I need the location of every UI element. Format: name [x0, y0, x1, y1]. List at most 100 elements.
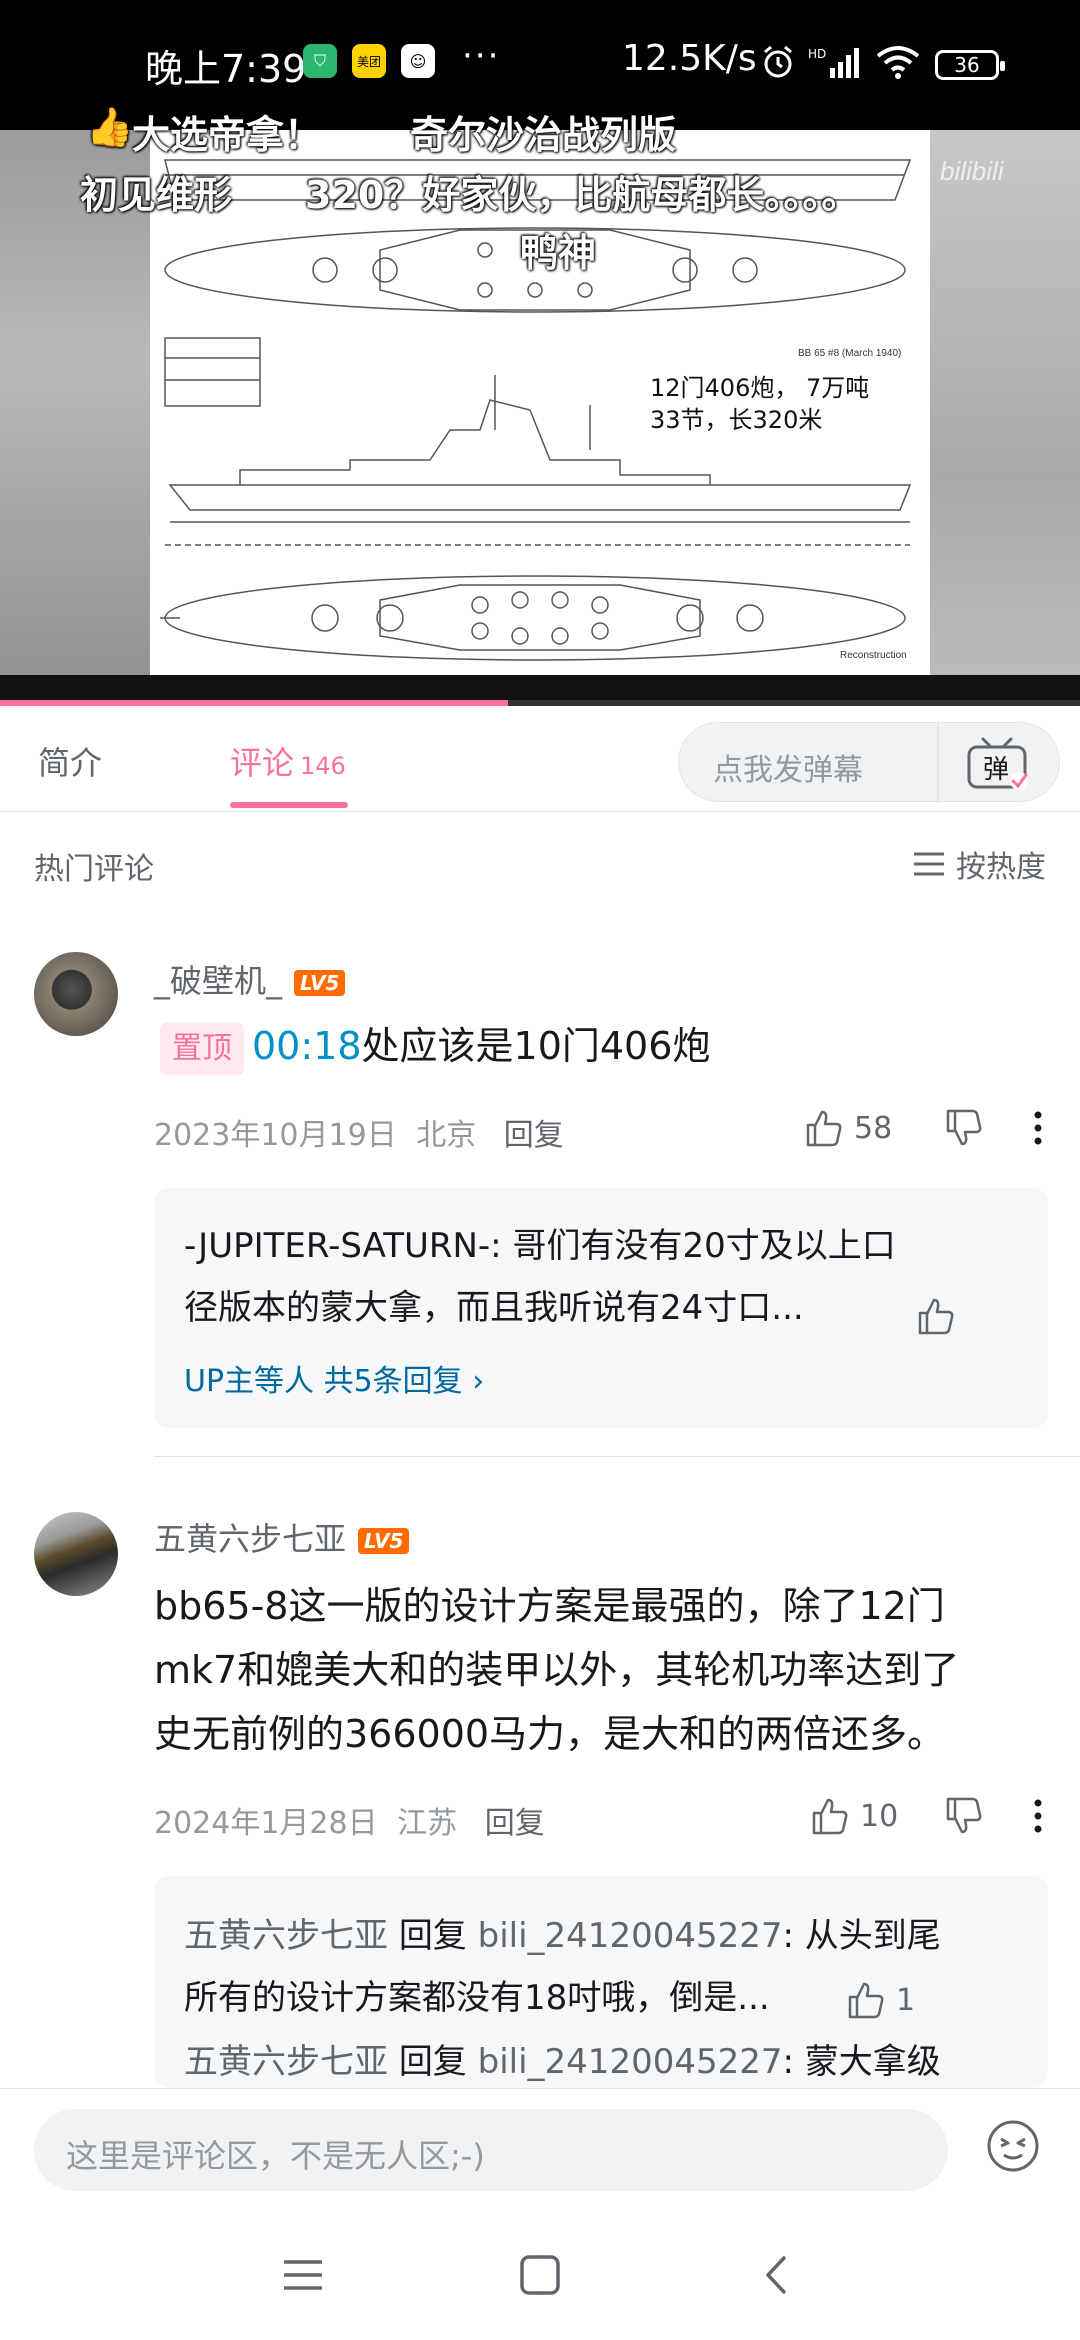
- comment-username[interactable]: _破壁机_ LV5: [154, 956, 346, 1002]
- comment-divider: [154, 1456, 1080, 1457]
- sub-reply-author[interactable]: 五黄六步七亚: [184, 1916, 388, 1956]
- danmaku-send-input[interactable]: 点我发弹幕 弹: [678, 722, 1060, 803]
- more-replies-label: UP主等人 共5条回复: [184, 1364, 463, 1399]
- danmaku-2: 奇尔沙治战列版: [410, 113, 677, 157]
- level-badge: LV5: [358, 1528, 410, 1554]
- comment-text: 置顶 00:18处应该是10门406炮: [160, 1016, 710, 1076]
- level-badge: LV5: [294, 970, 346, 996]
- like-button[interactable]: 10: [810, 1796, 898, 1836]
- video-note-line2: 33节，长320米: [650, 406, 823, 434]
- sort-button[interactable]: 按热度: [912, 842, 1046, 886]
- sub-replies-box[interactable]: 五黄六步七亚 回复 bili_24120045227: 从头到尾 所有的设计方案…: [154, 1876, 1048, 2088]
- sub-reply-like-button[interactable]: 1: [846, 1980, 915, 2020]
- drawing-label-bottom: Reconstruction: [840, 650, 907, 661]
- sub-reply-thumbs-up-icon[interactable]: [916, 1296, 956, 1336]
- sort-label: 按热度: [956, 850, 1046, 885]
- sub-reply-line: 所有的设计方案都没有18吋哦，倒是...: [184, 1978, 770, 2018]
- thumbs-up-icon: [812, 1798, 848, 1835]
- comment-username[interactable]: 五黄六步七亚 LV5: [154, 1514, 410, 1560]
- video-note-line1: 12门406炮， 7万吨: [650, 374, 870, 402]
- like-count: 1: [896, 1982, 916, 2018]
- signal-icon: HD: [808, 47, 859, 78]
- pinned-badge: 置顶: [160, 1022, 244, 1075]
- danmaku-5: 鸭神: [520, 231, 597, 275]
- more-notifications-icon: ···: [462, 36, 501, 76]
- comment-meta: 2023年10月19日 北京 回复: [154, 1110, 564, 1154]
- sub-reply-word: 回复: [398, 2042, 467, 2082]
- cartoon-app-icon: ☺: [401, 44, 435, 78]
- wifi-icon: [876, 46, 920, 79]
- bilibili-watermark: bilibili: [940, 156, 1004, 186]
- comment-body: 处应该是10门406炮: [361, 1024, 711, 1068]
- avatar[interactable]: [34, 952, 118, 1036]
- sub-reply-line: -JUPITER-SATURN-: 哥们有没有20寸及以上口: [184, 1226, 896, 1266]
- system-nav-bar: [0, 2208, 1080, 2340]
- drawing-label-top: BB 65 #8 (March 1940): [798, 348, 902, 359]
- shield-app-icon: ⛉: [303, 44, 337, 78]
- like-count: 58: [854, 1110, 893, 1146]
- comment-meta: 2024年1月28日 江苏 回复: [154, 1798, 545, 1842]
- alarm-icon: [764, 45, 792, 78]
- comment-input-placeholder: 这里是评论区，不是无人区;-): [66, 2137, 485, 2175]
- hot-comments-title: 热门评论: [34, 852, 154, 887]
- more-options-icon[interactable]: [1026, 1110, 1050, 1146]
- video-blur-right: [930, 130, 1080, 705]
- like-count: 10: [860, 1798, 899, 1834]
- danmaku-4: 320？好家伙，比航母都长。。。。: [305, 173, 860, 217]
- comment-location: 北京: [416, 1118, 477, 1153]
- sort-list-icon: [914, 852, 944, 876]
- sub-reply-word: 回复: [398, 1916, 467, 1956]
- thumbs-up-icon: [806, 1110, 842, 1147]
- thumbs-down-icon[interactable]: [944, 1796, 984, 1836]
- comment-location: 江苏: [397, 1806, 458, 1841]
- comment-text: bb65-8这一版的设计方案是最强的，除了12门 mk7和媲美大和的装甲以外，其…: [154, 1576, 959, 1764]
- comment-input-bar: 这里是评论区，不是无人区;-): [0, 2088, 1080, 2208]
- home-icon[interactable]: [513, 2248, 567, 2302]
- comment-body-line: bb65-8这一版的设计方案是最强的，除了12门: [154, 1584, 945, 1628]
- danmaku-1: 大选帝拿！: [132, 113, 323, 157]
- chevron-right-icon: ›: [472, 1364, 485, 1399]
- sub-reply-line: 五黄六步七亚 回复 bili_24120045227: 从头到尾: [184, 1910, 941, 1962]
- thumbs-down-icon[interactable]: [944, 1108, 984, 1148]
- timestamp-link[interactable]: 00:18: [252, 1024, 362, 1068]
- network-speed: 12.5K/s: [622, 38, 757, 79]
- comments-header: 热门评论 按热度: [0, 812, 1080, 912]
- sub-replies-box[interactable]: -JUPITER-SATURN-: 哥们有没有20寸及以上口 径版本的蒙大拿，而…: [154, 1188, 1048, 1428]
- sub-reply-line: 五黄六步七亚 回复 bili_24120045227: 蒙大拿级: [184, 2036, 941, 2088]
- reply-button[interactable]: 回复: [485, 1806, 545, 1841]
- sub-reply-author[interactable]: 五黄六步七亚: [184, 2042, 388, 2082]
- view-more-replies-link[interactable]: UP主等人 共5条回复 ›: [184, 1356, 484, 1400]
- thumbs-up-icon: [848, 1982, 884, 2019]
- tab-active-indicator: [230, 802, 348, 808]
- reply-button[interactable]: 回复: [504, 1118, 564, 1153]
- back-icon[interactable]: [750, 2248, 804, 2302]
- comment-input[interactable]: 这里是评论区，不是无人区;-): [34, 2109, 948, 2191]
- svg-text:HD: HD: [808, 47, 826, 61]
- comment-username-text: _破壁机_: [154, 962, 283, 1000]
- comment-body-line: 史无前例的366000马力，是大和的两倍还多。: [154, 1712, 946, 1756]
- comment-date: 2024年1月28日: [154, 1806, 378, 1841]
- sub-reply-target[interactable]: bili_24120045227: [478, 1916, 783, 1956]
- tab-bar: 简介 评论 146 点我发弹幕 弹: [0, 706, 1080, 812]
- video-note: 12门406炮， 7万吨 33节，长320米: [650, 372, 869, 436]
- tab-comments[interactable]: 评论 146: [230, 738, 346, 784]
- menu-icon[interactable]: [276, 2248, 330, 2302]
- emoji-icon[interactable]: [986, 2119, 1040, 2173]
- tab-comments-label: 评论: [230, 744, 295, 782]
- danmaku-toggle-label: 弹: [983, 755, 1009, 785]
- danmaku-placeholder: 点我发弹幕: [713, 753, 863, 788]
- like-button[interactable]: 58: [804, 1108, 892, 1148]
- comment-date: 2023年10月19日: [154, 1118, 397, 1153]
- comment-body-line: mk7和媲美大和的装甲以外，其轮机功率达到了: [154, 1648, 960, 1692]
- sub-reply-target[interactable]: bili_24120045227: [478, 2042, 783, 2082]
- sub-reply-text: : 从头到尾: [782, 1916, 941, 1956]
- status-time: 晚上7:39: [145, 47, 307, 91]
- avatar[interactable]: [34, 1512, 118, 1596]
- comment-username-text: 五黄六步七亚: [154, 1520, 347, 1558]
- danmaku-thumbs-icon: 👍: [86, 105, 134, 149]
- sub-reply-text: : 蒙大拿级: [782, 2042, 941, 2082]
- more-options-icon[interactable]: [1026, 1798, 1050, 1834]
- sub-reply-line: 径版本的蒙大拿，而且我听说有24寸口...: [184, 1288, 804, 1328]
- danmaku-toggle-icon[interactable]: 弹: [957, 733, 1037, 793]
- tab-intro[interactable]: 简介: [38, 738, 102, 784]
